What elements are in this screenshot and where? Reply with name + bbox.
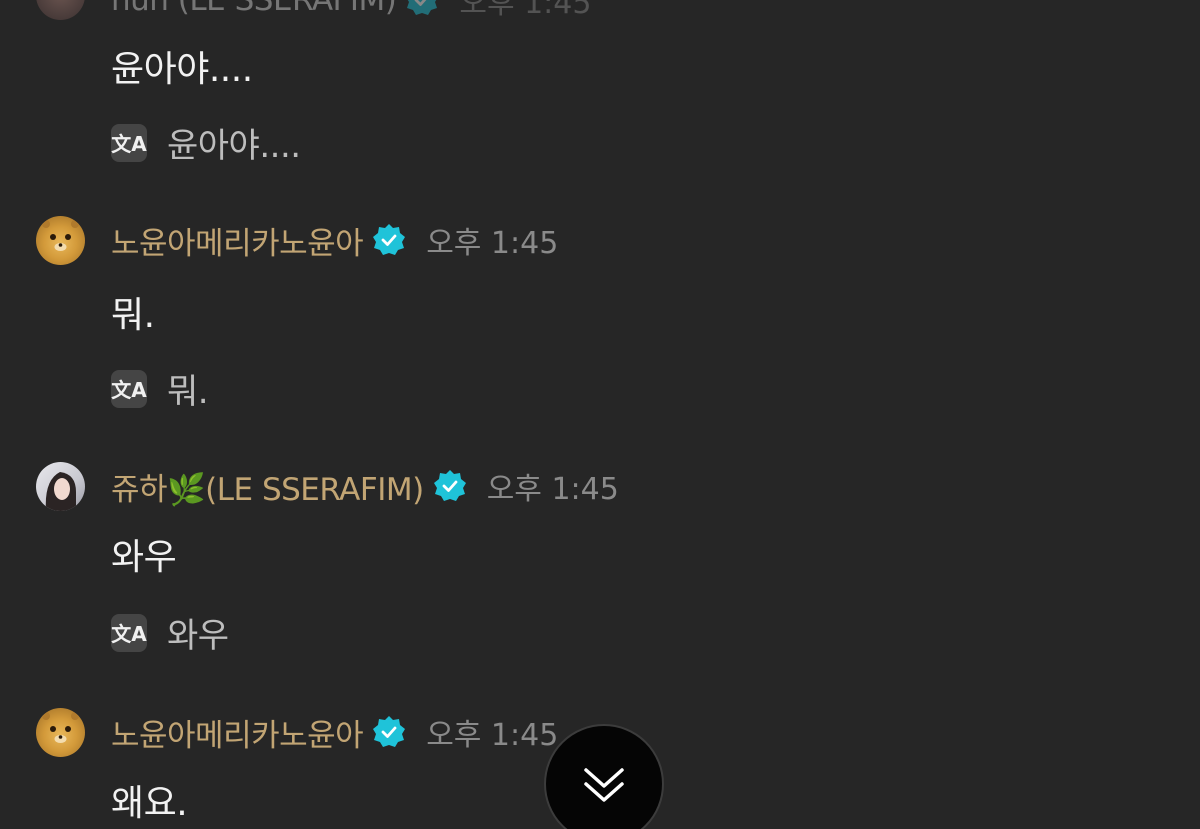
- message-translation: 文A 와우: [111, 608, 229, 657]
- author-name[interactable]: 노윤아메리카노윤아: [111, 218, 364, 263]
- avatar-image: [45, 472, 76, 511]
- verified-badge-icon: [373, 224, 406, 255]
- avatar[interactable]: [36, 708, 85, 757]
- double-chevron-down-icon: [584, 768, 624, 802]
- translate-icon[interactable]: 文A: [111, 369, 147, 408]
- author-name[interactable]: 쥬하🌿(LE SSERAFIM): [111, 464, 424, 509]
- avatar-image: [42, 220, 79, 251]
- avatar[interactable]: [36, 216, 85, 265]
- verified-badge-icon: [407, 0, 438, 15]
- message-text: 왜요.: [111, 783, 188, 824]
- message-header: nun (LE SSERAFIM) 오후 1:45: [111, 0, 591, 22]
- translation-text: 윤아야....: [167, 126, 301, 166]
- translation-text: 뭐.: [167, 372, 209, 412]
- translate-icon[interactable]: 文A: [111, 613, 147, 652]
- scroll-to-bottom-button[interactable]: [544, 724, 664, 829]
- message-time: 오후 1:45: [486, 472, 619, 507]
- message-translation: 文A 윤아야....: [111, 118, 301, 167]
- translate-icon[interactable]: 文A: [111, 123, 147, 162]
- author-name[interactable]: 노윤아메리카노윤아: [111, 710, 364, 755]
- avatar-image: [42, 712, 79, 743]
- message-text: 뭐.: [111, 295, 155, 336]
- message-header: 쥬하🌿(LE SSERAFIM) 오후 1:45: [111, 464, 619, 508]
- chat-view[interactable]: nun (LE SSERAFIM) 오후 1:45 윤아야.... 文A 윤아야…: [0, 0, 1200, 829]
- message-time: 오후 1:45: [426, 718, 559, 753]
- message-time: 오후 1:45: [426, 226, 559, 261]
- message-header: 노윤아메리카노윤아 오후 1:45: [111, 218, 558, 262]
- message-header: 노윤아메리카노윤아 오후 1:45: [111, 710, 558, 754]
- avatar[interactable]: [36, 462, 85, 511]
- translation-text: 와우: [167, 616, 229, 656]
- message-text: 윤아야....: [111, 49, 253, 90]
- verified-badge-icon: [373, 716, 406, 747]
- message-text: 와우: [111, 537, 177, 578]
- verified-badge-icon: [433, 470, 466, 501]
- author-name[interactable]: nun (LE SSERAFIM): [111, 0, 397, 18]
- avatar[interactable]: [36, 0, 85, 20]
- message-time: 오후 1:45: [459, 0, 592, 21]
- message-translation: 文A 뭐.: [111, 364, 209, 413]
